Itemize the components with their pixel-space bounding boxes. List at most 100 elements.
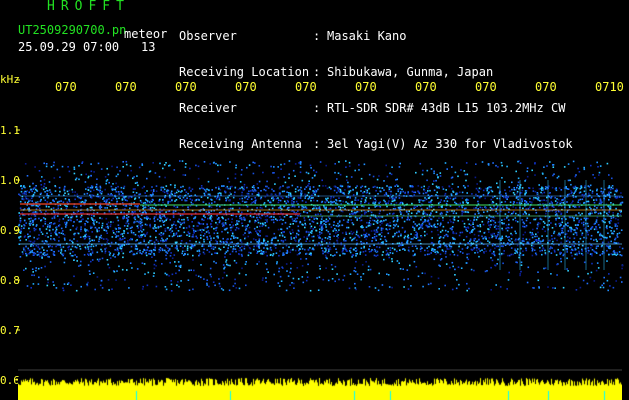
noise-pixel <box>263 238 265 240</box>
noise-pixel <box>186 234 188 236</box>
noise-pixel <box>506 198 508 200</box>
noise-pixel <box>514 252 516 254</box>
noise-pixel <box>525 219 528 222</box>
noise-pixel <box>449 227 452 230</box>
noise-pixel <box>165 185 168 187</box>
noise-pixel <box>502 262 504 265</box>
noise-pixel <box>244 263 247 265</box>
noise-pixel <box>270 215 273 218</box>
noise-pixel <box>398 262 400 264</box>
noise-pixel <box>161 215 164 218</box>
noise-pixel <box>313 169 315 172</box>
noise-pixel <box>343 239 345 241</box>
noise-pixel <box>439 213 442 215</box>
noise-pixel <box>309 223 311 225</box>
noise-pixel <box>202 201 205 203</box>
noise-pixel <box>333 221 335 223</box>
noise-pixel <box>428 245 430 248</box>
noise-pixel <box>337 190 340 192</box>
noise-pixel <box>500 161 503 164</box>
noise-pixel <box>19 229 22 232</box>
noise-pixel <box>408 219 411 221</box>
noise-pixel <box>562 253 565 256</box>
noise-pixel <box>23 219 26 222</box>
noise-pixel <box>312 247 314 250</box>
noise-pixel <box>225 223 227 226</box>
noise-pixel <box>261 225 264 227</box>
noise-pixel <box>437 246 439 249</box>
noise-pixel <box>312 190 314 192</box>
noise-pixel <box>432 205 435 208</box>
noise-pixel <box>310 199 312 202</box>
noise-pixel <box>174 184 176 187</box>
noise-pixel <box>278 193 281 196</box>
noise-pixel <box>587 272 589 275</box>
noise-pixel <box>122 196 125 198</box>
noise-pixel <box>375 199 377 202</box>
noise-pixel <box>457 249 460 252</box>
noise-pixel <box>469 231 471 234</box>
noise-pixel <box>471 230 473 233</box>
noise-pixel <box>72 251 74 253</box>
noise-pixel <box>513 193 516 196</box>
noise-pixel <box>320 247 323 249</box>
noise-pixel <box>164 272 167 275</box>
noise-pixel <box>537 231 539 234</box>
noise-pixel <box>325 226 327 228</box>
noise-pixel <box>39 255 41 258</box>
noise-pixel <box>487 240 489 242</box>
noise-pixel <box>329 233 331 235</box>
noise-pixel <box>123 237 126 239</box>
noise-pixel <box>602 286 605 289</box>
noise-pixel <box>374 198 376 200</box>
noise-pixel <box>76 256 78 258</box>
noise-pixel <box>621 247 624 250</box>
noise-pixel <box>615 207 617 210</box>
noise-pixel <box>282 246 284 249</box>
noise-pixel <box>492 220 495 222</box>
noise-pixel <box>430 282 432 285</box>
noise-pixel <box>449 247 452 250</box>
noise-pixel <box>562 202 565 204</box>
noise-pixel <box>333 229 335 231</box>
noise-pixel <box>501 164 503 167</box>
noise-pixel <box>234 191 236 194</box>
noise-pixel <box>534 218 537 221</box>
noise-pixel <box>301 276 304 278</box>
noise-pixel <box>135 245 138 248</box>
noise-pixel <box>574 224 577 226</box>
noise-pixel <box>266 248 269 250</box>
noise-pixel <box>397 188 399 191</box>
noise-pixel <box>609 188 612 191</box>
noise-pixel <box>59 176 61 178</box>
noise-pixel <box>587 247 589 249</box>
noise-pixel <box>239 247 241 249</box>
noise-pixel <box>575 206 577 208</box>
noise-pixel <box>598 174 600 176</box>
noise-pixel <box>457 266 460 268</box>
noise-pixel <box>327 279 330 282</box>
noise-pixel <box>28 222 31 225</box>
noise-pixel <box>325 218 328 221</box>
noise-pixel <box>515 170 517 173</box>
noise-pixel <box>453 219 456 221</box>
noise-pixel <box>410 212 413 214</box>
noise-pixel <box>513 187 515 189</box>
noise-pixel <box>137 235 140 237</box>
noise-pixel <box>534 235 536 238</box>
noise-pixel <box>367 210 370 213</box>
noise-pixel <box>477 234 480 237</box>
noise-pixel <box>126 220 129 223</box>
noise-pixel <box>256 232 258 234</box>
noise-pixel <box>255 239 257 241</box>
noise-pixel <box>47 224 49 226</box>
noise-pixel <box>389 221 391 224</box>
noise-pixel <box>539 250 541 252</box>
noise-pixel <box>374 185 376 188</box>
noise-pixel <box>512 212 514 214</box>
noise-pixel <box>137 227 139 229</box>
noise-pixel <box>146 231 149 234</box>
noise-pixel <box>330 197 332 200</box>
noise-pixel <box>250 190 252 192</box>
noise-pixel <box>59 246 62 248</box>
